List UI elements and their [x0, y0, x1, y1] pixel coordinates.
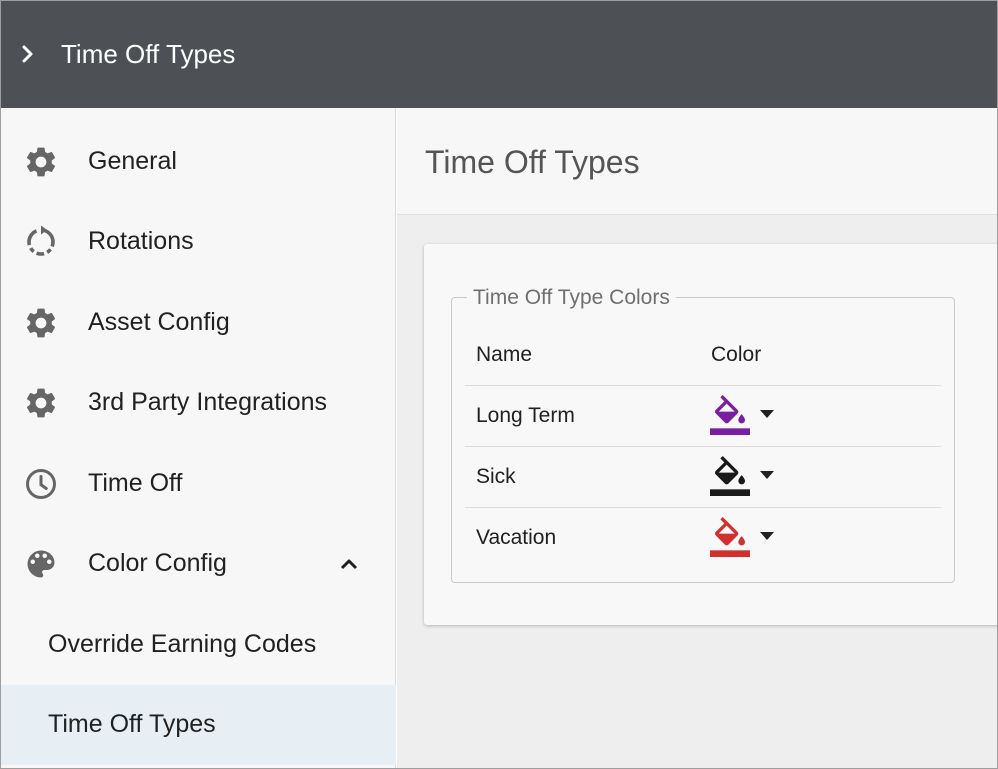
row-name: Vacation: [476, 526, 557, 549]
clock-icon: [26, 469, 56, 499]
sidebar-item-rotations[interactable]: Rotations: [1, 202, 396, 282]
sidebar-item-label: Asset Config: [88, 308, 230, 336]
sidebar-item-asset-config[interactable]: Asset Config: [1, 283, 396, 363]
sidebar-item-label: Time Off: [88, 469, 183, 497]
settings-sidebar: General Rotations Asset Config 3rd Party…: [1, 108, 396, 768]
color-picker-button[interactable]: [710, 395, 790, 439]
gear-icon: [26, 308, 56, 338]
column-header-color: Color: [711, 343, 762, 366]
paint-bucket-icon: [710, 456, 750, 496]
sidebar-item-color-config[interactable]: Color Config: [1, 524, 396, 604]
gear-icon: [26, 147, 56, 177]
color-picker-button[interactable]: [710, 456, 790, 500]
caret-down-icon: [760, 532, 774, 540]
sidebar-subitem-override-earning-codes[interactable]: Override Earning Codes: [1, 605, 396, 685]
sidebar-item-label: Rotations: [88, 227, 194, 255]
table-header: Name Color: [465, 320, 941, 386]
caret-down-icon: [760, 471, 774, 479]
sidebar-item-label: General: [88, 147, 177, 175]
palette-icon: [27, 550, 55, 578]
sidebar-item-time-off[interactable]: Time Off: [1, 444, 396, 524]
table-row: Sick: [465, 447, 941, 508]
app-window: Time Off Types General Rotations Asset C…: [0, 0, 998, 769]
sidebar-subitem-label: Override Earning Codes: [48, 630, 317, 658]
caret-down-icon: [760, 410, 774, 418]
paint-bucket-icon: [710, 395, 750, 435]
sidebar-item-3rd-party-integrations[interactable]: 3rd Party Integrations: [1, 363, 396, 443]
main-content: Time Off Types Time Off Type Colors Name…: [397, 108, 997, 768]
content-card: Time Off Type Colors Name Color Long Ter…: [424, 244, 997, 625]
paint-bucket-icon: [710, 517, 750, 557]
sidebar-subitem-label: Time Off Types: [48, 710, 216, 738]
section-legend: Time Off Type Colors: [467, 286, 676, 310]
sidebar-item-general[interactable]: General: [1, 122, 396, 202]
gear-icon: [26, 388, 56, 418]
row-name: Long Term: [476, 404, 575, 427]
sidebar-item-label: 3rd Party Integrations: [88, 388, 328, 416]
table-row: Long Term: [465, 386, 941, 447]
app-bar: Time Off Types: [1, 1, 997, 108]
rotate-icon: [27, 225, 55, 256]
app-bar-title: Time Off Types: [61, 39, 236, 69]
page-header: Time Off Types: [397, 108, 997, 215]
color-picker-button[interactable]: [710, 517, 790, 561]
column-header-name: Name: [476, 343, 533, 366]
row-name: Sick: [476, 465, 516, 488]
chevron-up-icon[interactable]: [335, 550, 363, 578]
time-off-type-colors-section: Time Off Type Colors Name Color Long Ter…: [451, 286, 955, 583]
chevron-right-icon[interactable]: [16, 39, 40, 69]
page-title: Time Off Types: [425, 144, 640, 180]
table-row: Vacation: [465, 508, 941, 569]
sidebar-subitem-time-off-types[interactable]: Time Off Types: [1, 685, 396, 765]
sidebar-item-label: Color Config: [88, 549, 227, 577]
